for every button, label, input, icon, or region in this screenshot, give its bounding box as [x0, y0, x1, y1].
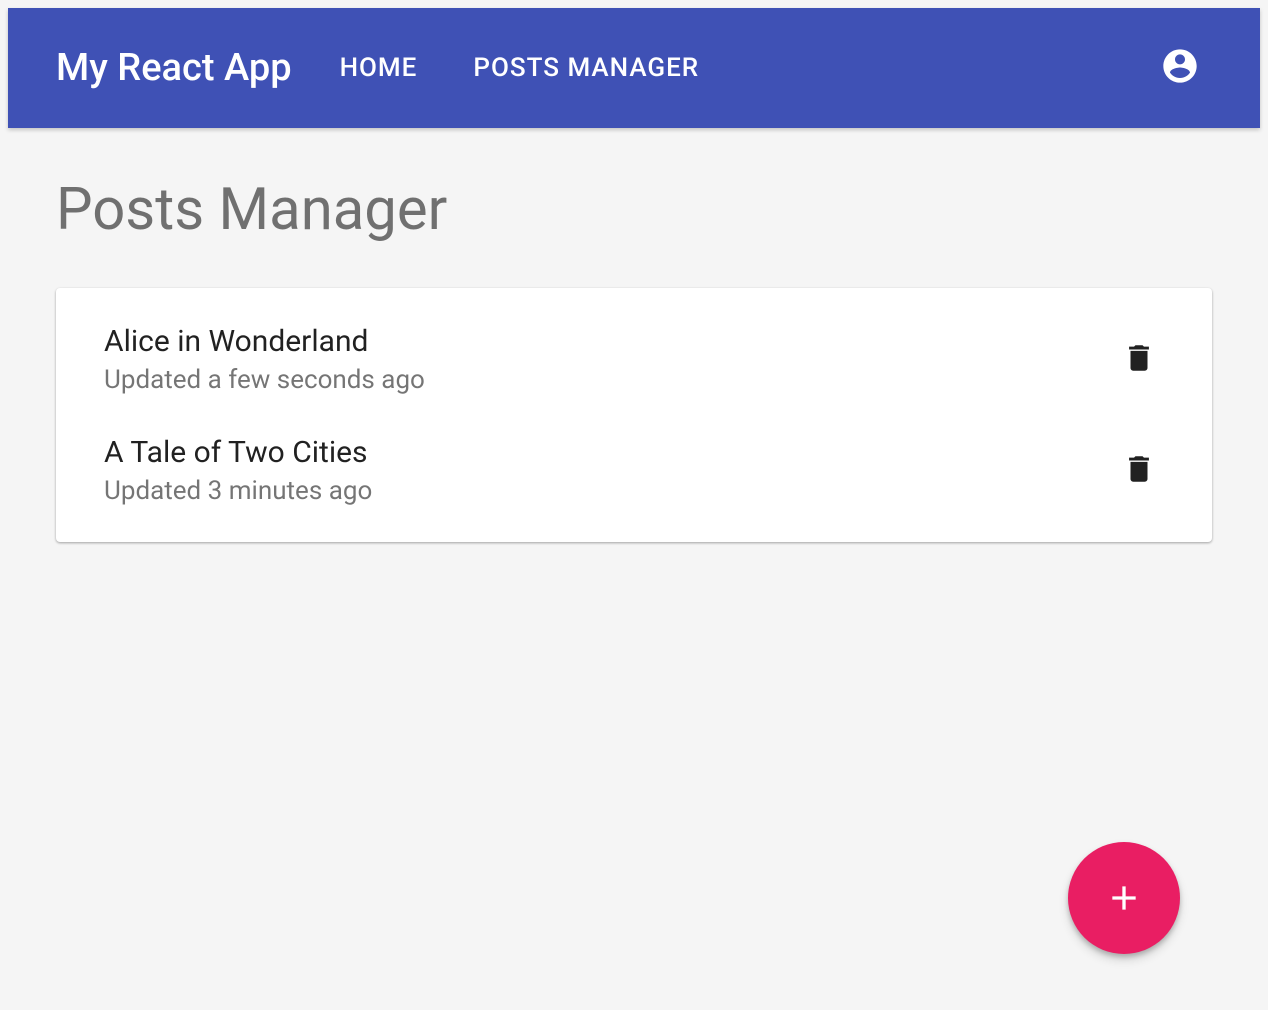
delete-post-button[interactable] [1114, 444, 1164, 498]
post-title: A Tale of Two Cities [104, 435, 1114, 470]
post-updated-label: Updated a few seconds ago [104, 365, 1114, 395]
post-text: A Tale of Two Cities Updated 3 minutes a… [104, 435, 1114, 506]
delete-icon [1122, 452, 1156, 486]
post-list-item[interactable]: A Tale of Two Cities Updated 3 minutes a… [56, 415, 1212, 526]
add-post-fab[interactable] [1068, 842, 1180, 954]
nav-home[interactable]: HOME [340, 53, 418, 83]
nav-posts-manager[interactable]: POSTS MANAGER [473, 53, 699, 83]
add-icon [1104, 878, 1144, 918]
main-content: Posts Manager Alice in Wonderland Update… [8, 128, 1260, 542]
page-title: Posts Manager [56, 176, 1212, 244]
account-circle-icon [1160, 46, 1200, 86]
delete-icon [1122, 341, 1156, 375]
delete-post-button[interactable] [1114, 333, 1164, 387]
post-text: Alice in Wonderland Updated a few second… [104, 324, 1114, 395]
post-title: Alice in Wonderland [104, 324, 1114, 359]
account-button[interactable] [1160, 46, 1200, 90]
app-title: My React App [56, 46, 292, 90]
posts-list-card: Alice in Wonderland Updated a few second… [56, 288, 1212, 542]
post-updated-label: Updated 3 minutes ago [104, 476, 1114, 506]
app-bar: My React App HOME POSTS MANAGER [8, 8, 1260, 128]
post-list-item[interactable]: Alice in Wonderland Updated a few second… [56, 304, 1212, 415]
